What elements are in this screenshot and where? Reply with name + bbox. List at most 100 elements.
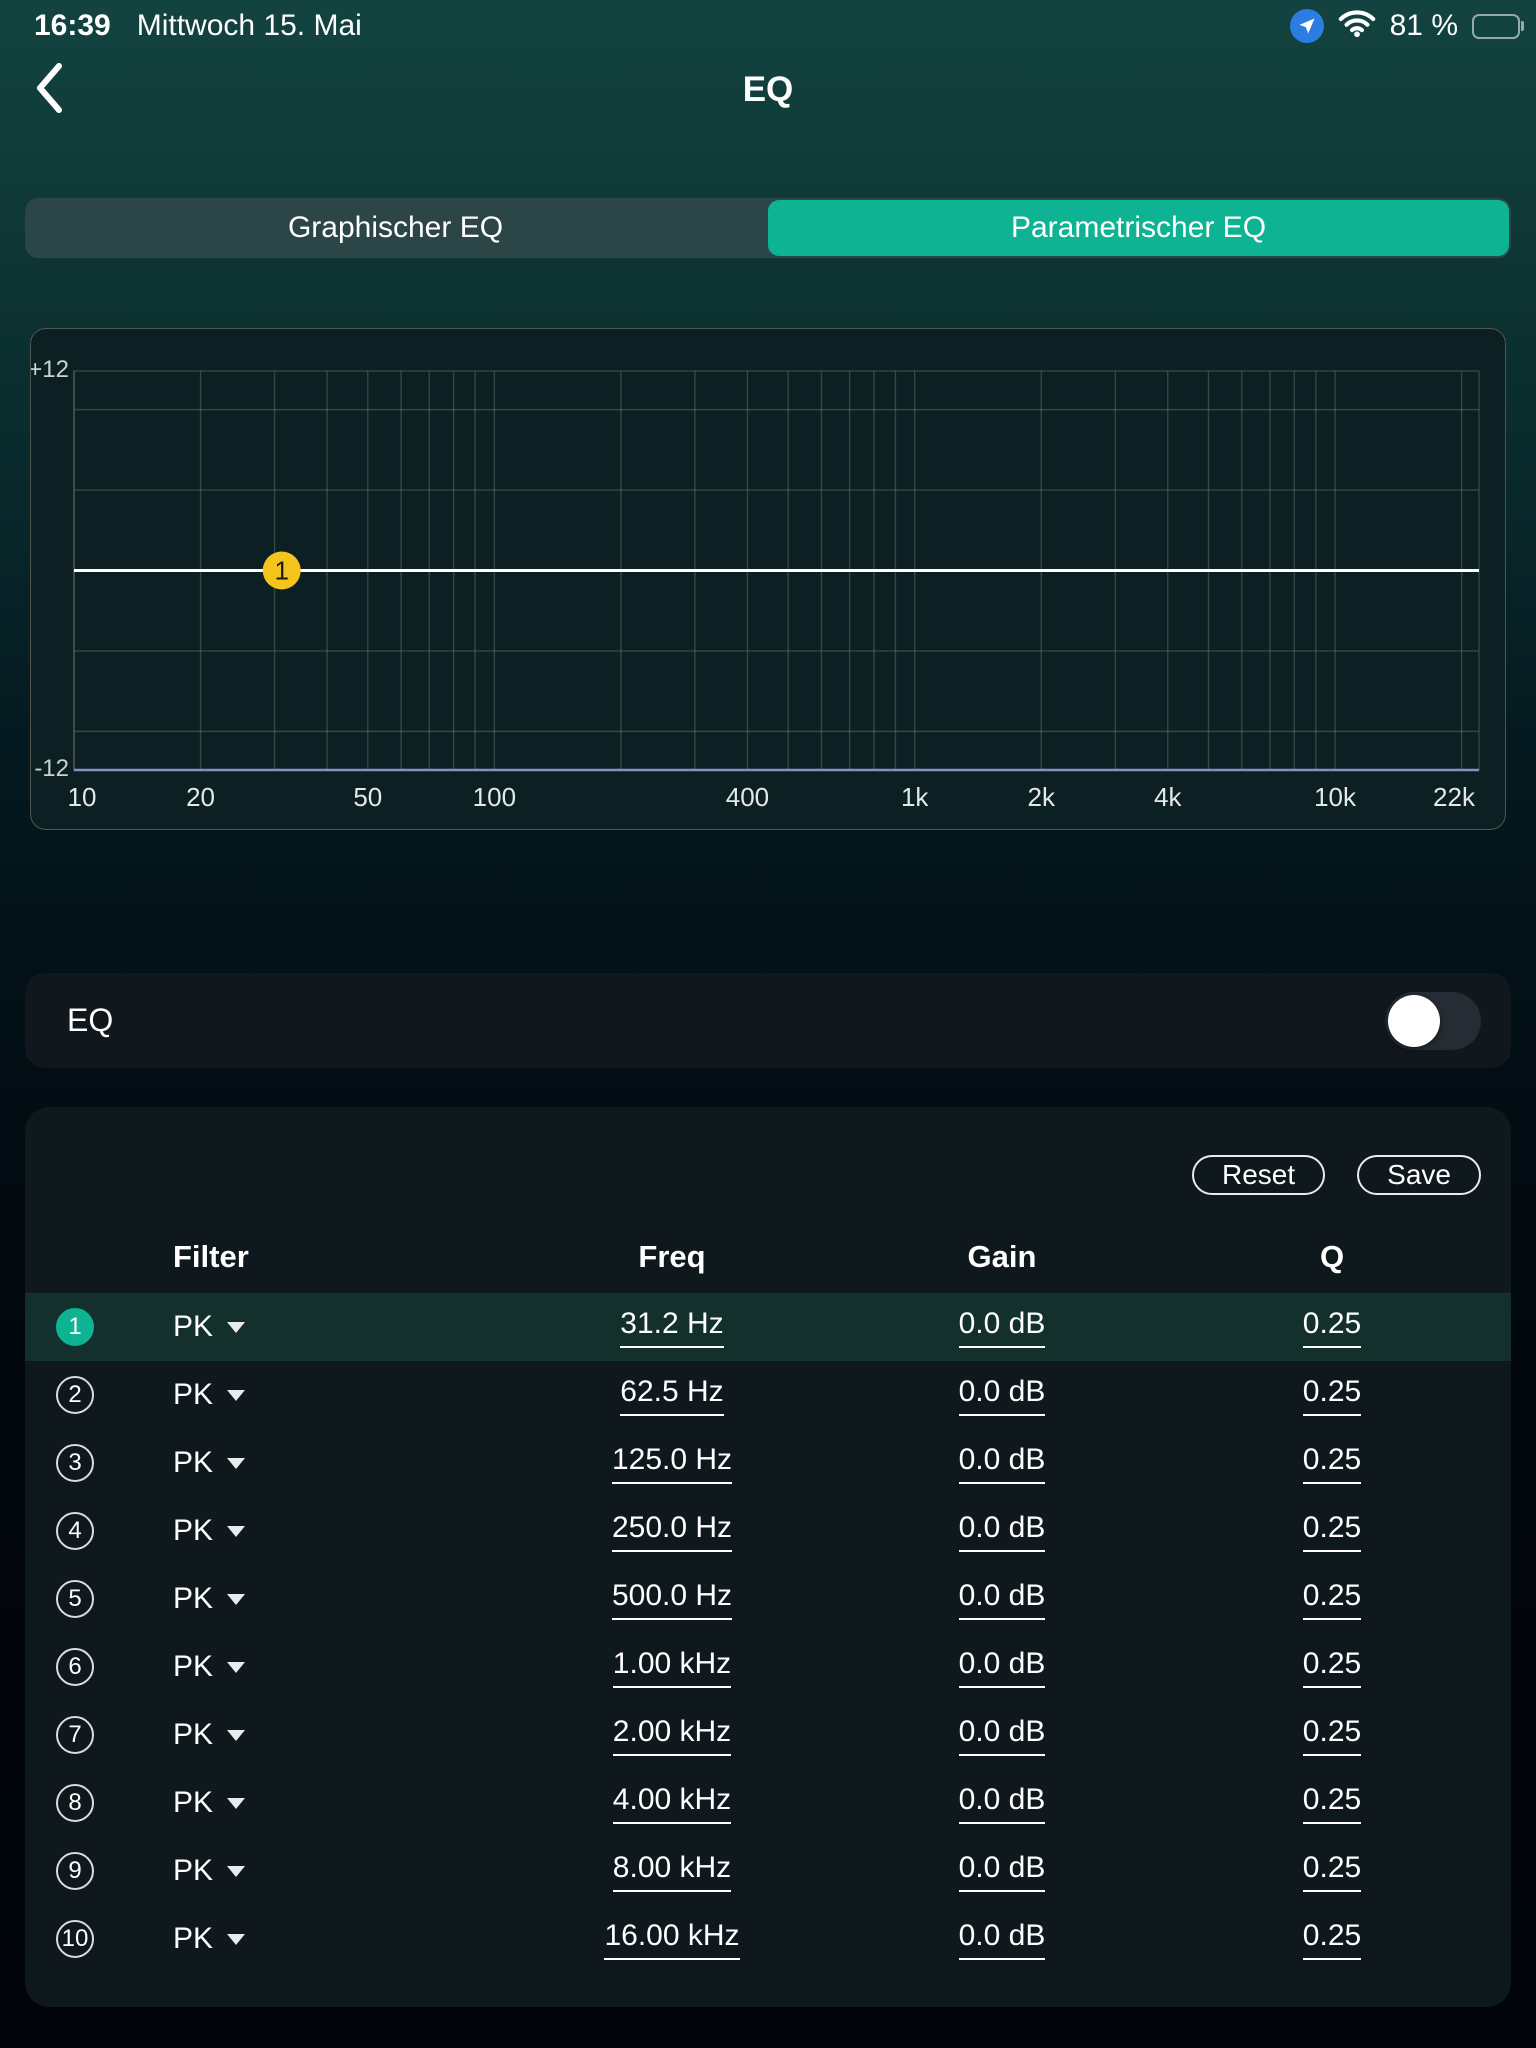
- tab-parametric-eq[interactable]: Parametrischer EQ: [768, 200, 1509, 256]
- freq-value[interactable]: 1.00 kHz: [613, 1647, 731, 1688]
- filter-panel: Reset Save Filter Freq Gain Q 1 PK 31.2 Hz…: [25, 1107, 1511, 2007]
- band-4-select[interactable]: 4: [56, 1512, 94, 1550]
- gain-value[interactable]: 0.0 dB: [959, 1851, 1046, 1892]
- q-value[interactable]: 0.25: [1303, 1579, 1361, 1620]
- col-header-q: Q: [1167, 1239, 1497, 1275]
- filter-rows: 1 PK 31.2 Hz 0.0 dB 0.25 2 PK 62.5 Hz 0.0 dB 0.25…: [25, 1293, 1511, 1973]
- freq-value[interactable]: 31.2 Hz: [620, 1307, 723, 1348]
- x-tick-label: 100: [473, 782, 516, 812]
- chevron-down-icon: [227, 1390, 245, 1401]
- filter-type-dropdown[interactable]: PK: [125, 1650, 507, 1684]
- filter-type-dropdown[interactable]: PK: [125, 1582, 507, 1616]
- eq-enable-toggle[interactable]: [1385, 992, 1481, 1050]
- nav-bar: EQ: [0, 52, 1536, 132]
- q-value[interactable]: 0.25: [1303, 1919, 1361, 1960]
- chart-canvas: +12-121020501004001k2k4k10k22k1: [31, 329, 1505, 829]
- q-value[interactable]: 0.25: [1303, 1851, 1361, 1892]
- gain-value[interactable]: 0.0 dB: [959, 1443, 1046, 1484]
- band-7-select[interactable]: 7: [56, 1716, 94, 1754]
- chevron-down-icon: [227, 1662, 245, 1673]
- reset-button[interactable]: Reset: [1192, 1155, 1325, 1195]
- band-2-select[interactable]: 2: [56, 1376, 94, 1414]
- q-value[interactable]: 0.25: [1303, 1783, 1361, 1824]
- gain-value[interactable]: 0.0 dB: [959, 1715, 1046, 1756]
- x-tick-label: 2k: [1028, 782, 1056, 812]
- filter-type-value: PK: [173, 1854, 213, 1888]
- q-value[interactable]: 0.25: [1303, 1647, 1361, 1688]
- x-tick-label: 20: [186, 782, 215, 812]
- filter-type-value: PK: [173, 1786, 213, 1820]
- x-tick-label: 50: [353, 782, 382, 812]
- filter-type-dropdown[interactable]: PK: [125, 1786, 507, 1820]
- freq-value[interactable]: 500.0 Hz: [612, 1579, 732, 1620]
- freq-value[interactable]: 250.0 Hz: [612, 1511, 732, 1552]
- band-8-select[interactable]: 8: [56, 1784, 94, 1822]
- filter-row-9: 9 PK 8.00 kHz 0.0 dB 0.25: [25, 1837, 1511, 1905]
- filter-type-value: PK: [173, 1922, 213, 1956]
- freq-value[interactable]: 4.00 kHz: [613, 1783, 731, 1824]
- tab-graphic-eq[interactable]: Graphischer EQ: [25, 198, 766, 258]
- band-5-select[interactable]: 5: [56, 1580, 94, 1618]
- gain-value[interactable]: 0.0 dB: [959, 1511, 1046, 1552]
- x-tick-label: 400: [726, 782, 769, 812]
- table-header: Filter Freq Gain Q: [25, 1235, 1511, 1279]
- battery-percent: 81 %: [1390, 9, 1458, 43]
- x-tick-label: 10k: [1314, 782, 1357, 812]
- filter-type-dropdown[interactable]: PK: [125, 1854, 507, 1888]
- filter-type-dropdown[interactable]: PK: [125, 1514, 507, 1548]
- band-marker-label: 1: [274, 556, 288, 586]
- filter-row-10: 10 PK 16.00 kHz 0.0 dB 0.25: [25, 1905, 1511, 1973]
- page-title: EQ: [0, 70, 1536, 110]
- q-value[interactable]: 0.25: [1303, 1715, 1361, 1756]
- band-6-select[interactable]: 6: [56, 1648, 94, 1686]
- filter-type-value: PK: [173, 1582, 213, 1616]
- band-10-select[interactable]: 10: [56, 1920, 94, 1958]
- clock: 16:39: [34, 9, 111, 43]
- q-value[interactable]: 0.25: [1303, 1307, 1361, 1348]
- y-max-label: +12: [31, 356, 69, 383]
- eq-response-chart: +12-121020501004001k2k4k10k22k1: [30, 328, 1506, 830]
- filter-type-dropdown[interactable]: PK: [125, 1446, 507, 1480]
- band-1-select[interactable]: 1: [56, 1308, 94, 1346]
- wifi-icon: [1338, 8, 1376, 45]
- freq-value[interactable]: 2.00 kHz: [613, 1715, 731, 1756]
- x-tick-label: 1k: [901, 782, 929, 812]
- freq-value[interactable]: 125.0 Hz: [612, 1443, 732, 1484]
- filter-type-dropdown[interactable]: PK: [125, 1922, 507, 1956]
- q-value[interactable]: 0.25: [1303, 1443, 1361, 1484]
- gain-value[interactable]: 0.0 dB: [959, 1647, 1046, 1688]
- chevron-down-icon: [227, 1866, 245, 1877]
- filter-type-dropdown[interactable]: PK: [125, 1310, 507, 1344]
- chevron-down-icon: [227, 1730, 245, 1741]
- q-value[interactable]: 0.25: [1303, 1511, 1361, 1552]
- filter-type-value: PK: [173, 1446, 213, 1480]
- filter-row-4: 4 PK 250.0 Hz 0.0 dB 0.25: [25, 1497, 1511, 1565]
- filter-type-dropdown[interactable]: PK: [125, 1378, 507, 1412]
- gain-value[interactable]: 0.0 dB: [959, 1307, 1046, 1348]
- col-header-filter: Filter: [125, 1239, 507, 1275]
- toggle-knob: [1388, 995, 1440, 1047]
- filter-row-1: 1 PK 31.2 Hz 0.0 dB 0.25: [25, 1293, 1511, 1361]
- eq-mode-segmented-control: Graphischer EQ Parametrischer EQ: [25, 198, 1511, 258]
- gain-value[interactable]: 0.0 dB: [959, 1919, 1046, 1960]
- filter-type-dropdown[interactable]: PK: [125, 1718, 507, 1752]
- freq-value[interactable]: 8.00 kHz: [613, 1851, 731, 1892]
- gain-value[interactable]: 0.0 dB: [959, 1783, 1046, 1824]
- filter-row-2: 2 PK 62.5 Hz 0.0 dB 0.25: [25, 1361, 1511, 1429]
- chevron-down-icon: [227, 1526, 245, 1537]
- freq-value[interactable]: 62.5 Hz: [620, 1375, 723, 1416]
- col-header-freq: Freq: [507, 1239, 837, 1275]
- band-3-select[interactable]: 3: [56, 1444, 94, 1482]
- chevron-down-icon: [227, 1934, 245, 1945]
- status-bar: 16:39 Mittwoch 15. Mai 81 %: [0, 0, 1536, 52]
- gain-value[interactable]: 0.0 dB: [959, 1375, 1046, 1416]
- gain-value[interactable]: 0.0 dB: [959, 1579, 1046, 1620]
- freq-value[interactable]: 16.00 kHz: [604, 1919, 739, 1960]
- q-value[interactable]: 0.25: [1303, 1375, 1361, 1416]
- filter-row-8: 8 PK 4.00 kHz 0.0 dB 0.25: [25, 1769, 1511, 1837]
- save-button[interactable]: Save: [1357, 1155, 1481, 1195]
- band-9-select[interactable]: 9: [56, 1852, 94, 1890]
- filter-row-6: 6 PK 1.00 kHz 0.0 dB 0.25: [25, 1633, 1511, 1701]
- filter-type-value: PK: [173, 1718, 213, 1752]
- y-min-label: -12: [34, 755, 69, 782]
